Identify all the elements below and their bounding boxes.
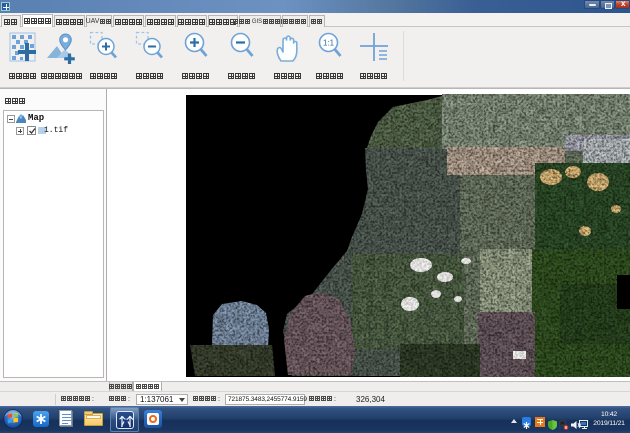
svg-text:1:1: 1:1	[323, 39, 335, 48]
